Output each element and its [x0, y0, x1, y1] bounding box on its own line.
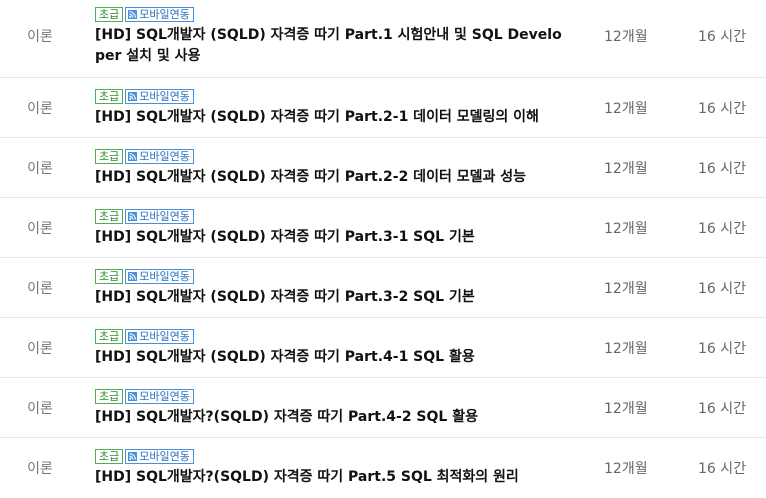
period-label: 12개월 — [604, 221, 648, 237]
title-cell: 초급 모바일연동 [HD] SQL개발자 (SQLD) 자격증 따기 Part.… — [95, 328, 575, 368]
mobile-badge: 모바일연동 — [125, 329, 194, 344]
mobile-badge-label: 모바일연동 — [139, 149, 190, 163]
rss-icon — [128, 10, 138, 19]
category-label: 이론 — [27, 221, 53, 237]
level-badge: 초급 — [95, 149, 124, 164]
badges: 초급 모바일연동 — [95, 448, 575, 465]
rss-icon — [128, 272, 138, 281]
category-label: 이론 — [27, 101, 53, 117]
category-label: 이론 — [27, 29, 53, 45]
badges: 초급 모바일연동 — [95, 88, 575, 105]
mobile-badge-label: 모바일연동 — [139, 89, 190, 103]
rss-icon — [128, 212, 138, 221]
mobile-badge: 모바일연동 — [125, 389, 194, 404]
period-label: 12개월 — [604, 461, 648, 477]
badges: 초급 모바일연동 — [95, 208, 575, 225]
title-cell: 초급 모바일연동 [HD] SQL개발자 (SQLD) 자격증 따기 Part.… — [95, 208, 575, 248]
mobile-badge: 모바일연동 — [125, 209, 194, 224]
level-badge: 초급 — [95, 89, 124, 104]
mobile-badge-label: 모바일연동 — [139, 389, 190, 403]
mobile-badge: 모바일연동 — [125, 7, 194, 22]
period-label: 12개월 — [604, 401, 648, 417]
course-title-link[interactable]: [HD] SQL개발자 (SQLD) 자격증 따기 Part.2-1 데이터 모… — [95, 107, 570, 128]
mobile-badge-label: 모바일연동 — [139, 329, 190, 343]
table-row: 이론 초급 모바일연동 [HD] SQL개발자?(SQLD) 자격증 따기 Pa… — [0, 438, 766, 498]
table-row: 이론 초급 모바일연동 [HD] SQL개발자 (SQLD) 자격증 따기 Pa… — [0, 318, 766, 378]
title-cell: 초급 모바일연동 [HD] SQL개발자?(SQLD) 자격증 따기 Part.… — [95, 388, 575, 428]
course-title-link[interactable]: [HD] SQL개발자 (SQLD) 자격증 따기 Part.1 시험안내 및 … — [95, 25, 570, 67]
mobile-badge-label: 모바일연동 — [139, 7, 190, 21]
hours-label: 16 시간 — [698, 341, 747, 357]
mobile-badge-label: 모바일연동 — [139, 449, 190, 463]
course-title-link[interactable]: [HD] SQL개발자 (SQLD) 자격증 따기 Part.2-2 데이터 모… — [95, 167, 570, 188]
table-row: 이론 초급 모바일연동 [HD] SQL개발자 (SQLD) 자격증 따기 Pa… — [0, 138, 766, 198]
hours-label: 16 시간 — [698, 101, 747, 117]
level-badge: 초급 — [95, 269, 124, 284]
rss-icon — [128, 92, 138, 101]
course-title-link[interactable]: [HD] SQL개발자 (SQLD) 자격증 따기 Part.4-1 SQL 활… — [95, 347, 570, 368]
title-cell: 초급 모바일연동 [HD] SQL개발자 (SQLD) 자격증 따기 Part.… — [95, 6, 575, 67]
title-cell: 초급 모바일연동 [HD] SQL개발자 (SQLD) 자격증 따기 Part.… — [95, 148, 575, 188]
level-badge: 초급 — [95, 389, 124, 404]
level-badge: 초급 — [95, 449, 124, 464]
badges: 초급 모바일연동 — [95, 268, 575, 285]
rss-icon — [128, 152, 138, 161]
mobile-badge: 모바일연동 — [125, 149, 194, 164]
period-label: 12개월 — [604, 341, 648, 357]
mobile-badge: 모바일연동 — [125, 449, 194, 464]
badges: 초급 모바일연동 — [95, 388, 575, 405]
hours-label: 16 시간 — [698, 161, 747, 177]
rss-icon — [128, 392, 138, 401]
rss-icon — [128, 332, 138, 341]
table-row: 이론 초급 모바일연동 [HD] SQL개발자 (SQLD) 자격증 따기 Pa… — [0, 198, 766, 258]
hours-label: 16 시간 — [698, 461, 747, 477]
level-badge: 초급 — [95, 329, 124, 344]
rss-icon — [128, 452, 138, 461]
badges: 초급 모바일연동 — [95, 6, 575, 23]
title-cell: 초급 모바일연동 [HD] SQL개발자 (SQLD) 자격증 따기 Part.… — [95, 88, 575, 128]
badges: 초급 모바일연동 — [95, 328, 575, 345]
period-label: 12개월 — [604, 161, 648, 177]
title-cell: 초급 모바일연동 [HD] SQL개발자?(SQLD) 자격증 따기 Part.… — [95, 448, 575, 488]
period-label: 12개월 — [604, 29, 648, 45]
mobile-badge-label: 모바일연동 — [139, 209, 190, 223]
category-label: 이론 — [27, 341, 53, 357]
title-cell: 초급 모바일연동 [HD] SQL개발자 (SQLD) 자격증 따기 Part.… — [95, 268, 575, 308]
category-label: 이론 — [27, 461, 53, 477]
mobile-badge: 모바일연동 — [125, 269, 194, 284]
table-row: 이론 초급 모바일연동 [HD] SQL개발자 (SQLD) 자격증 따기 Pa… — [0, 0, 766, 78]
category-label: 이론 — [27, 401, 53, 417]
course-title-link[interactable]: [HD] SQL개발자?(SQLD) 자격증 따기 Part.4-2 SQL 활… — [95, 407, 570, 428]
level-badge: 초급 — [95, 209, 124, 224]
category-label: 이론 — [27, 161, 53, 177]
table-row: 이론 초급 모바일연동 [HD] SQL개발자 (SQLD) 자격증 따기 Pa… — [0, 78, 766, 138]
period-label: 12개월 — [604, 281, 648, 297]
period-label: 12개월 — [604, 101, 648, 117]
level-badge: 초급 — [95, 7, 124, 22]
course-title-link[interactable]: [HD] SQL개발자 (SQLD) 자격증 따기 Part.3-2 SQL 기… — [95, 287, 570, 308]
course-list: 이론 초급 모바일연동 [HD] SQL개발자 (SQLD) 자격증 따기 Pa… — [0, 0, 766, 498]
mobile-badge: 모바일연동 — [125, 89, 194, 104]
hours-label: 16 시간 — [698, 29, 747, 45]
table-row: 이론 초급 모바일연동 [HD] SQL개발자 (SQLD) 자격증 따기 Pa… — [0, 258, 766, 318]
hours-label: 16 시간 — [698, 401, 747, 417]
mobile-badge-label: 모바일연동 — [139, 269, 190, 283]
badges: 초급 모바일연동 — [95, 148, 575, 165]
category-label: 이론 — [27, 281, 53, 297]
hours-label: 16 시간 — [698, 221, 747, 237]
course-title-link[interactable]: [HD] SQL개발자?(SQLD) 자격증 따기 Part.5 SQL 최적화… — [95, 467, 570, 488]
hours-label: 16 시간 — [698, 281, 747, 297]
course-title-link[interactable]: [HD] SQL개발자 (SQLD) 자격증 따기 Part.3-1 SQL 기… — [95, 227, 570, 248]
table-row: 이론 초급 모바일연동 [HD] SQL개발자?(SQLD) 자격증 따기 Pa… — [0, 378, 766, 438]
